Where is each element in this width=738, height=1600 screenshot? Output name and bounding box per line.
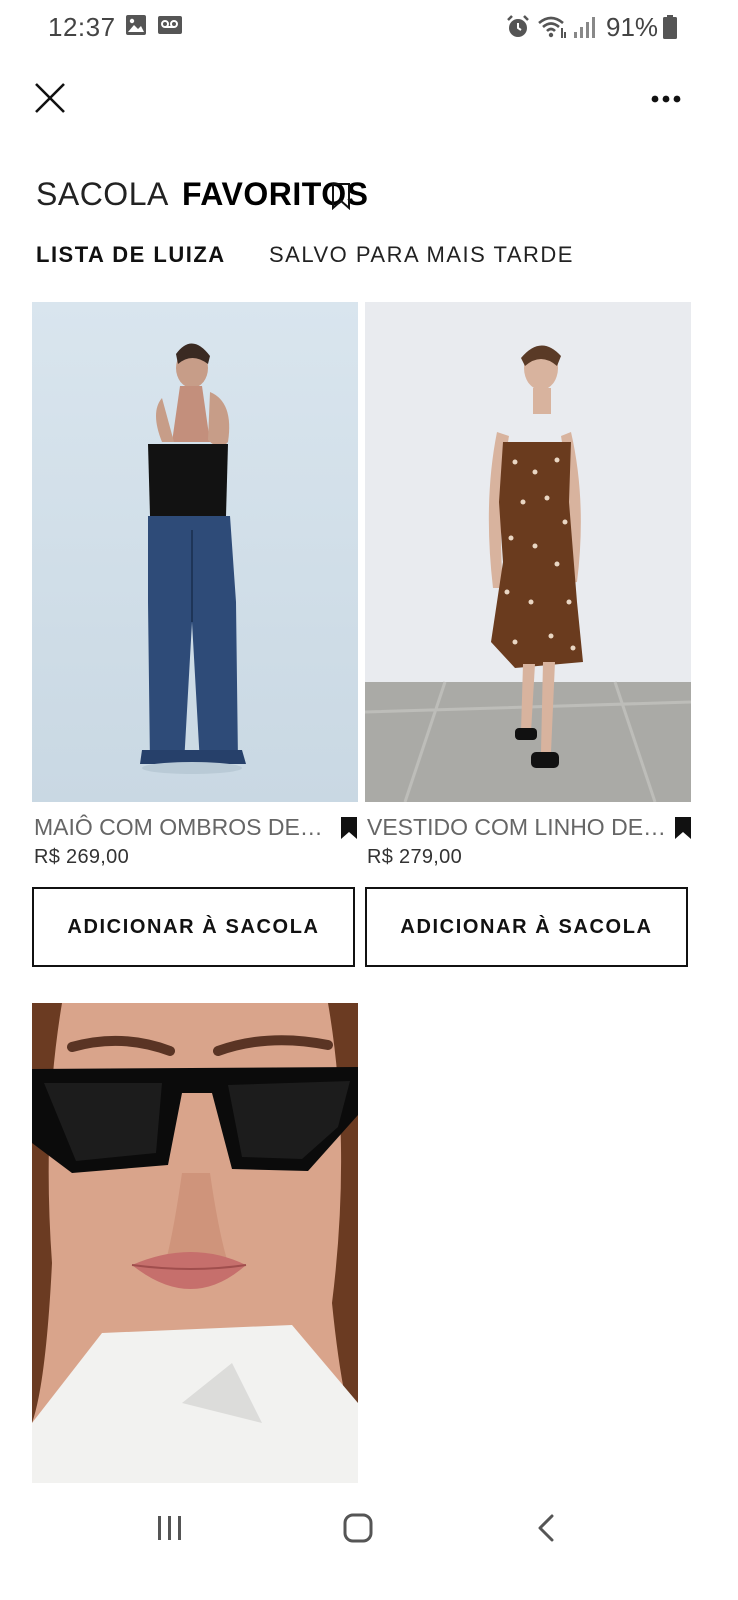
voicemail-icon (158, 16, 182, 34)
status-time: 12:37 (48, 12, 116, 42)
tab-sacola[interactable]: SACOLA (36, 176, 169, 213)
add-to-bag-button[interactable]: ADICIONAR À SACOLA (365, 887, 688, 967)
product-price: R$ 269,00 (34, 846, 129, 868)
product-price: R$ 279,00 (367, 846, 462, 868)
battery-icon (663, 15, 677, 39)
product-name[interactable]: MAIÔ COM OMBROS DES... (34, 814, 334, 841)
recent-apps-icon[interactable] (154, 1512, 186, 1544)
subtab-lista[interactable]: LISTA DE LUIZA (36, 242, 226, 268)
home-icon[interactable] (342, 1512, 374, 1544)
product-name[interactable]: VESTIDO COM LINHO DE ... (367, 814, 667, 841)
bookmark-filled-icon[interactable] (340, 816, 358, 840)
wifi-icon (538, 16, 566, 38)
bookmark-filled-icon[interactable] (674, 816, 692, 840)
more-dots-icon[interactable] (644, 86, 688, 112)
signal-icon (574, 17, 595, 38)
product-image[interactable] (32, 1003, 358, 1483)
back-icon[interactable] (534, 1512, 558, 1544)
add-to-bag-button[interactable]: ADICIONAR À SACOLA (32, 887, 355, 967)
subtab-salvo[interactable]: SALVO PARA MAIS TARDE (269, 242, 574, 268)
battery-percent: 91% (606, 12, 659, 42)
alarm-icon (507, 15, 529, 37)
product-image[interactable] (365, 302, 691, 802)
close-icon[interactable] (30, 78, 70, 118)
bookmark-outline-icon (332, 183, 350, 210)
image-icon (126, 15, 146, 35)
product-image[interactable] (32, 302, 358, 802)
